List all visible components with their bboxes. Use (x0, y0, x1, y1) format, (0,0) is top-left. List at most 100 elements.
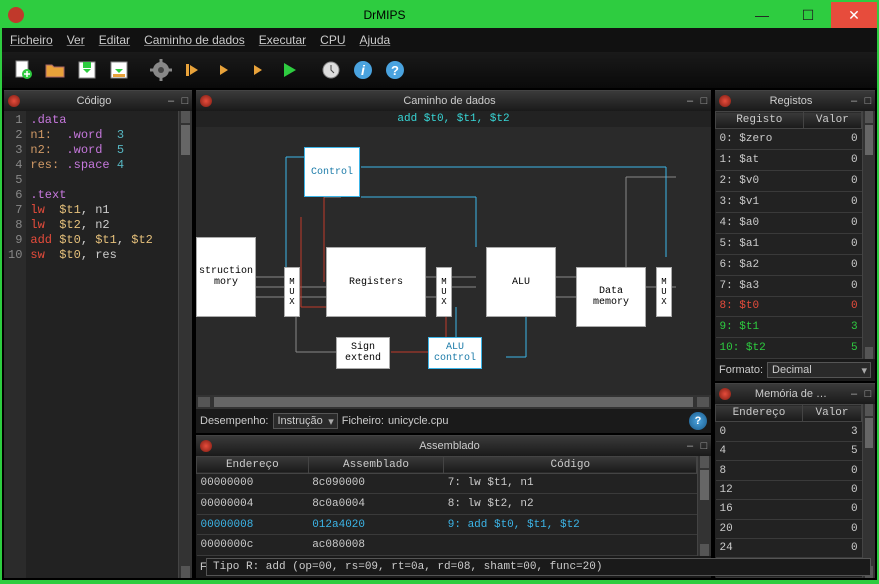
ficheiro-value: unicycle.cpu (388, 415, 449, 427)
table-row[interactable]: 10: $t25 (716, 338, 862, 359)
step-back-button[interactable] (210, 55, 240, 85)
table-row[interactable]: 000000048c0a00048: lw $t2, n2 (197, 494, 697, 515)
table-row[interactable]: 00000008012a40209: add $t0, $t1, $t2 (197, 514, 697, 535)
table-row[interactable]: 200 (716, 519, 862, 538)
scrollbar[interactable] (697, 456, 711, 556)
panel-dot-icon (8, 95, 20, 107)
datapath-instruction: add $t0, $t1, $t2 (196, 111, 711, 127)
block-mux-1[interactable]: MUX (284, 267, 300, 317)
panel-maximize-button[interactable]: □ (697, 440, 711, 452)
panel-dot-icon (719, 388, 731, 400)
table-row[interactable]: 0000000cac080008 (197, 535, 697, 556)
block-mux-3[interactable]: MUX (656, 267, 672, 317)
new-file-button[interactable] (8, 55, 38, 85)
panel-maximize-button[interactable]: □ (178, 95, 192, 107)
col-assemblado[interactable]: Assemblado (308, 456, 444, 473)
maximize-button[interactable]: ☐ (785, 2, 831, 28)
save-as-button[interactable] (104, 55, 134, 85)
table-row[interactable]: 6: $a20 (716, 254, 862, 275)
col-valor[interactable]: Valor (802, 405, 861, 422)
block-mux-2[interactable]: MUX (436, 267, 452, 317)
menu-cpu[interactable]: CPU (320, 33, 345, 47)
menu-caminho[interactable]: Caminho de dados (144, 33, 245, 47)
save-button[interactable] (72, 55, 102, 85)
block-data-memory[interactable]: Datamemory (576, 267, 646, 327)
col-codigo[interactable]: Código (444, 456, 697, 473)
restart-button[interactable] (178, 55, 208, 85)
table-row[interactable]: 3: $v10 (716, 191, 862, 212)
table-row[interactable]: 5: $a10 (716, 233, 862, 254)
panel-minimize-button[interactable]: – (847, 95, 861, 107)
info-button[interactable]: i (348, 55, 378, 85)
table-row[interactable]: 2: $v00 (716, 170, 862, 191)
table-row[interactable]: 9: $t13 (716, 317, 862, 338)
run-button[interactable] (274, 55, 304, 85)
ficheiro-label: Ficheiro: (342, 415, 384, 427)
window-title: DrMIPS (30, 8, 739, 22)
scrollbar-horizontal[interactable] (196, 395, 711, 409)
col-endereco[interactable]: Endereço (197, 456, 309, 473)
col-valor[interactable]: Valor (803, 112, 861, 129)
menu-ver[interactable]: Ver (67, 33, 85, 47)
memory-table[interactable]: Endereço Valor 034580120160200240280 (715, 404, 862, 578)
toolbar: i ? (2, 52, 877, 88)
step-button[interactable] (242, 55, 272, 85)
table-row[interactable]: 1: $at0 (716, 149, 862, 170)
panel-minimize-button[interactable]: – (847, 388, 861, 400)
panel-maximize-button[interactable]: □ (861, 388, 875, 400)
scrollbar[interactable] (178, 111, 192, 578)
code-editor[interactable]: 12345678910 .datan1: .word 3n2: .word 5r… (4, 111, 192, 578)
panel-minimize-button[interactable]: – (683, 440, 697, 452)
menu-executar[interactable]: Executar (259, 33, 306, 47)
clock-button[interactable] (316, 55, 346, 85)
block-registers[interactable]: Registers (326, 247, 426, 317)
panel-maximize-button[interactable]: □ (697, 95, 711, 107)
block-alu-control[interactable]: ALUcontrol (428, 337, 482, 369)
table-row[interactable]: 80 (716, 461, 862, 480)
block-sign-extend[interactable]: Signextend (336, 337, 390, 369)
scrollbar[interactable] (862, 404, 875, 578)
registers-panel-title: Registos (735, 95, 847, 107)
desempenho-select[interactable]: Instrução (273, 413, 338, 429)
menu-ficheiro[interactable]: Ficheiro (10, 33, 53, 47)
block-control[interactable]: Control (304, 147, 360, 197)
panel-minimize-button[interactable]: – (164, 95, 178, 107)
table-row[interactable]: 240 (716, 539, 862, 558)
minimize-button[interactable]: — (739, 2, 785, 28)
open-file-button[interactable] (40, 55, 70, 85)
table-row[interactable]: 160 (716, 500, 862, 519)
table-row[interactable]: 000000008c0900007: lw $t1, n1 (197, 473, 697, 494)
table-row[interactable]: 7: $a30 (716, 275, 862, 296)
menu-editar[interactable]: Editar (99, 33, 130, 47)
registers-table[interactable]: Registo Valor 0: $zero01: $at02: $v003: … (715, 111, 862, 359)
panel-minimize-button[interactable]: – (683, 95, 697, 107)
table-row[interactable]: 8: $t00 (716, 296, 862, 317)
help-button[interactable]: ? (380, 55, 410, 85)
memory-panel-title: Memória de … (735, 388, 847, 400)
menubar: Ficheiro Ver Editar Caminho de dados Exe… (2, 28, 877, 52)
table-row[interactable]: 0: $zero0 (716, 129, 862, 150)
close-button[interactable]: ✕ (831, 2, 877, 28)
block-instruction-memory[interactable]: structionmory (196, 237, 256, 317)
block-alu[interactable]: ALU (486, 247, 556, 317)
col-registo[interactable]: Registo (716, 112, 804, 129)
assembled-panel-title: Assemblado (216, 440, 683, 452)
svg-text:?: ? (391, 63, 399, 78)
panel-maximize-button[interactable]: □ (861, 95, 875, 107)
table-row[interactable]: 03 (716, 422, 862, 441)
assembled-table[interactable]: Endereço Assemblado Código 000000008c090… (196, 456, 697, 556)
datapath-diagram[interactable]: structionmory Control MUX Registers MUX … (196, 127, 711, 395)
table-row[interactable]: 4: $a00 (716, 212, 862, 233)
menu-ajuda[interactable]: Ajuda (360, 33, 391, 47)
tooltip: Tipo R: add (op=00, rs=09, rt=0a, rd=08,… (206, 558, 871, 576)
table-row[interactable]: 45 (716, 441, 862, 460)
panel-dot-icon (200, 440, 212, 452)
app-icon (8, 7, 24, 23)
reg-format-select[interactable]: Decimal (767, 362, 871, 378)
table-row[interactable]: 120 (716, 480, 862, 499)
datapath-help-button[interactable]: ? (689, 412, 707, 430)
col-endereco[interactable]: Endereço (716, 405, 803, 422)
assemble-button[interactable] (146, 55, 176, 85)
scrollbar[interactable] (862, 111, 875, 359)
datapath-panel-title: Caminho de dados (216, 95, 683, 107)
